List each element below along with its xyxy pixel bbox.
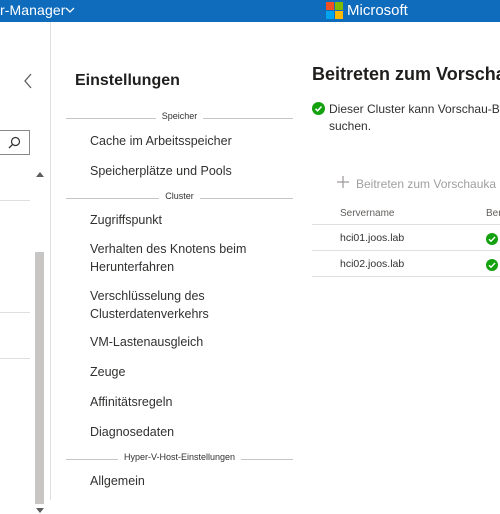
scroll-up-icon[interactable] — [36, 171, 44, 178]
nav-divider — [0, 200, 30, 201]
page-title: Beitreten zum Vorschau — [312, 64, 500, 84]
check-circle-icon — [486, 259, 498, 271]
add-icon[interactable] — [336, 175, 350, 189]
settings-item-diagnostics[interactable]: Diagnosedaten — [90, 423, 290, 441]
group-label: Cluster — [159, 191, 200, 201]
app-title[interactable]: r-Manager — [0, 2, 65, 18]
column-header-servername[interactable]: Servername — [340, 208, 394, 219]
scroll-down-icon[interactable] — [36, 507, 44, 514]
scrollbar-thumb[interactable] — [35, 252, 44, 504]
table-divider — [312, 276, 500, 277]
top-bar: r-Manager Microsoft — [0, 0, 500, 22]
check-circle-icon — [312, 102, 325, 115]
table-divider — [312, 250, 500, 251]
settings-item-cache[interactable]: Cache im Arbeitsspeicher — [90, 132, 290, 150]
table-divider — [312, 224, 500, 225]
search-input[interactable] — [0, 130, 30, 155]
settings-item-vm-load-balancing[interactable]: VM-Lastenausgleich — [90, 333, 290, 351]
column-header-status[interactable]: Ber — [486, 208, 500, 219]
group-header-speicher: Speicher — [66, 111, 293, 125]
nav-divider — [0, 358, 30, 359]
group-label: Speicher — [155, 111, 204, 121]
group-header-hyper-v: Hyper-V-Host-Einstellungen — [66, 452, 293, 466]
search-icon[interactable] — [8, 136, 21, 149]
check-circle-icon — [486, 233, 498, 245]
nav-pane — [0, 22, 51, 513]
microsoft-logo-icon — [326, 2, 343, 19]
chevron-left-icon[interactable] — [21, 72, 35, 90]
settings-item-witness[interactable]: Zeuge — [90, 363, 290, 381]
settings-item-traffic-encryption[interactable]: Verschlüsselung des Clusterdatenverkehrs — [90, 287, 240, 323]
settings-item-storage-spaces[interactable]: Speicherplätze und Pools — [90, 162, 290, 180]
server-name: hci01.joos.lab — [340, 232, 405, 244]
chevron-down-icon[interactable] — [64, 4, 76, 16]
settings-title: Einstellungen — [75, 72, 180, 89]
settings-item-general[interactable]: Allgemein — [90, 472, 290, 490]
brand-name: Microsoft — [347, 2, 408, 19]
settings-item-access-point[interactable]: Zugriffspunkt — [90, 211, 290, 229]
main-content: Beitreten zum Vorschau Dieser Cluster ka… — [312, 22, 500, 500]
settings-panel: Einstellungen Speicher Cache im Arbeitss… — [66, 22, 296, 500]
group-header-cluster: Cluster — [66, 191, 293, 205]
settings-item-node-shutdown[interactable]: Verhalten des Knotens beim Herunterfahre… — [90, 240, 280, 276]
server-name: hci02.joos.lab — [340, 258, 405, 270]
group-label: Hyper-V-Host-Einstellungen — [117, 452, 242, 462]
status-message: Dieser Cluster kann Vorschau-B suchen. — [329, 102, 500, 133]
settings-item-affinity-rules[interactable]: Affinitätsregeln — [90, 393, 290, 411]
nav-divider — [0, 312, 30, 313]
join-preview-button[interactable]: Beitreten zum Vorschauka — [356, 177, 496, 191]
